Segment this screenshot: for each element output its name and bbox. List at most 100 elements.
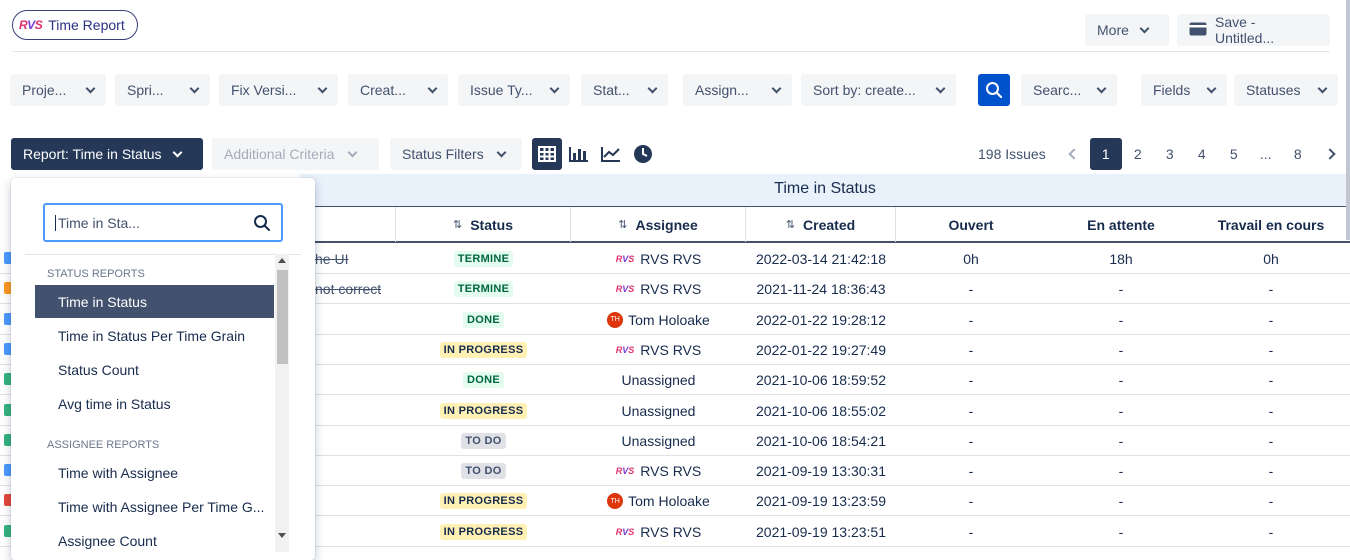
- column-label: Created: [803, 216, 856, 233]
- chevron-down-icon: [1139, 23, 1150, 33]
- status-badge: TO DO: [461, 432, 506, 449]
- more-button[interactable]: More: [1085, 14, 1169, 46]
- next-page-button[interactable]: [1314, 138, 1346, 170]
- en_attente-cell: -: [1046, 335, 1196, 365]
- en_attente-cell: -: [1046, 426, 1196, 456]
- travail-value: -: [1268, 432, 1274, 449]
- column-label: En attente: [1087, 216, 1155, 233]
- ouvert-cell: -: [896, 456, 1046, 486]
- assignee-cell: RVS RVS RVS: [571, 274, 746, 304]
- ouvert-value: -: [968, 402, 974, 419]
- sort-by-dropdown[interactable]: Sort by: create...: [801, 74, 956, 106]
- status-badge: TERMINE: [453, 281, 514, 298]
- assignee-name: Unassigned: [621, 432, 696, 449]
- report-type-dropdown[interactable]: Report: Time in Status: [11, 138, 203, 170]
- page-5[interactable]: 5: [1218, 138, 1250, 170]
- menu-item-time-with-assignee-per-grain[interactable]: Time with Assignee Per Time G...: [35, 490, 274, 523]
- issue-summary[interactable]: he UI: [315, 244, 348, 274]
- status-filters-label: Status Filters: [402, 146, 484, 162]
- page-8[interactable]: 8: [1282, 138, 1314, 170]
- time-view-button[interactable]: [628, 138, 658, 170]
- created-value: 2021-09-19 13:30:31: [756, 463, 886, 480]
- chevron-down-icon: [85, 83, 96, 93]
- save-label: Save - Untitled...: [1215, 14, 1275, 46]
- statuses-dropdown[interactable]: Statuses: [1234, 74, 1338, 106]
- more-label: More: [1097, 22, 1129, 38]
- travail-value: -: [1268, 311, 1274, 328]
- assignee-column-header[interactable]: ⇅ Assignee: [571, 207, 746, 242]
- menu-scrollbar-thumb[interactable]: [277, 270, 288, 364]
- ouvert-value: -: [968, 311, 974, 328]
- filter-status[interactable]: Stat...: [581, 74, 668, 106]
- menu-item-time-in-status-per-grain[interactable]: Time in Status Per Time Grain: [35, 319, 274, 352]
- scroll-up-icon[interactable]: [278, 258, 286, 263]
- created-cell: 2021-09-19 13:23:51: [746, 517, 896, 547]
- status-cell: TERMINE: [396, 274, 571, 304]
- bar-chart-view-button[interactable]: [564, 138, 594, 170]
- page-4[interactable]: 4: [1186, 138, 1218, 170]
- filter-sprint[interactable]: Spri...: [115, 74, 210, 106]
- menu-item-time-in-status[interactable]: Time in Status: [35, 285, 274, 318]
- chevron-down-icon: [496, 147, 507, 157]
- issue-summary[interactable]: not correct: [315, 274, 381, 304]
- line-chart-view-button[interactable]: [596, 138, 626, 170]
- status-badge: DONE: [463, 372, 504, 389]
- filter-project[interactable]: Proje...: [10, 74, 106, 106]
- en_attente-value: -: [1118, 281, 1124, 298]
- scroll-down-icon[interactable]: [278, 533, 286, 538]
- menu-item-assignee-count[interactable]: Assignee Count: [35, 524, 274, 557]
- assignee-name: RVS RVS: [640, 463, 702, 480]
- save-button[interactable]: Save - Untitled...: [1177, 14, 1330, 46]
- en_attente-value: -: [1118, 463, 1124, 480]
- fields-dropdown[interactable]: Fields: [1141, 74, 1227, 106]
- chevron-right-icon: [1324, 148, 1336, 160]
- created-cell: 2021-09-19 13:23:59: [746, 486, 896, 516]
- status-badge: TO DO: [461, 463, 506, 480]
- page-2[interactable]: 2: [1122, 138, 1154, 170]
- page-scrollbar[interactable]: [1346, 0, 1350, 240]
- filter-created[interactable]: Creat...: [348, 74, 448, 106]
- en_attente-value: -: [1118, 523, 1124, 540]
- created-cell: 2022-03-14 21:42:18: [746, 244, 896, 274]
- additional-criteria-button[interactable]: Additional Criteria: [212, 138, 379, 170]
- filter-issue-type[interactable]: Issue Ty...: [458, 74, 570, 106]
- report-search-field[interactable]: [43, 203, 283, 242]
- ouvert-cell: -: [896, 396, 1046, 426]
- filter-label: Creat...: [360, 82, 406, 98]
- assignee-cell: RVS RVS RVS: [571, 456, 746, 486]
- status-column-header[interactable]: ⇅ Status: [396, 207, 571, 242]
- travail-cell: -: [1196, 365, 1346, 395]
- menu-item-time-with-assignee[interactable]: Time with Assignee: [35, 456, 274, 489]
- status-badge: DONE: [463, 311, 504, 328]
- ouvert-cell: 0h: [896, 244, 1046, 274]
- menu-item-avg-time-in-status[interactable]: Avg time in Status: [35, 387, 274, 420]
- page-1[interactable]: 1: [1089, 138, 1122, 170]
- ouvert-value: -: [968, 372, 974, 389]
- chevron-down-icon: [427, 83, 438, 93]
- en_attente-value: -: [1118, 493, 1124, 510]
- filter-fix-version[interactable]: Fix Versi...: [219, 74, 338, 106]
- issue-count: 198 Issues: [978, 146, 1046, 162]
- status-cell: DONE: [396, 305, 571, 335]
- app-title-pill[interactable]: RVS Time Report: [12, 10, 138, 40]
- card-icon: [1189, 22, 1207, 39]
- table-view-button[interactable]: [532, 138, 562, 170]
- status-filters-button[interactable]: Status Filters: [390, 138, 522, 170]
- filter-assignee[interactable]: Assign...: [683, 74, 792, 106]
- menu-scrollbar[interactable]: [275, 254, 289, 552]
- status-cell: IN PROGRESS: [396, 486, 571, 516]
- created-value: 2021-10-06 18:54:21: [756, 432, 886, 449]
- assignee-name: Tom Holoake: [628, 493, 710, 510]
- report-search-input[interactable]: [55, 214, 245, 231]
- prev-page-button[interactable]: [1058, 138, 1090, 170]
- search-button[interactable]: [978, 74, 1010, 106]
- created-column-header[interactable]: ⇅ Created: [746, 207, 896, 242]
- chevron-left-icon: [1068, 148, 1080, 160]
- status-cell: TO DO: [396, 426, 571, 456]
- page-3[interactable]: 3: [1154, 138, 1186, 170]
- travail-value: -: [1268, 372, 1274, 389]
- menu-item-status-count[interactable]: Status Count: [35, 353, 274, 386]
- search-dropdown[interactable]: Searc...: [1021, 74, 1117, 106]
- created-value: 2021-11-24 18:36:43: [756, 281, 886, 298]
- avatar: RVS: [615, 526, 635, 537]
